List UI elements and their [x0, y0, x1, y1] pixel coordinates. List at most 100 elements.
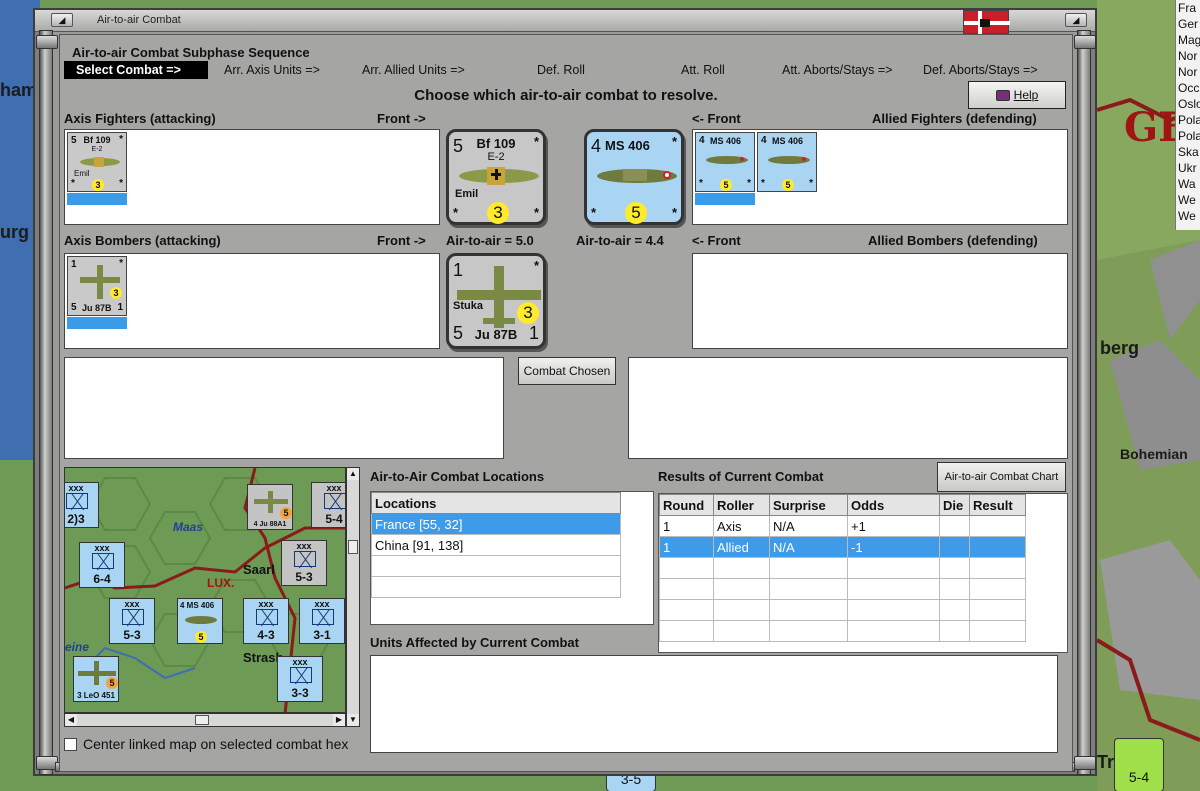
list-item[interactable]: Ger [1176, 16, 1200, 32]
location-cell: France [55, 32] [371, 513, 621, 535]
table-row [371, 555, 621, 577]
mini-map-air-counter[interactable]: 5 4 Ju 88A1 [247, 484, 293, 530]
mini-map-unit-counter[interactable]: xxx 6-4 [79, 542, 125, 588]
infantry-icon [312, 609, 334, 625]
title-bar[interactable]: ◢ Air-to-air Combat ◢ [35, 10, 1095, 35]
mini-map-unit-counter[interactable]: xxx 5-4 [311, 482, 345, 528]
list-item[interactable]: Fra [1176, 0, 1200, 16]
counter-size: xxx [124, 599, 140, 609]
allied-fighter-counter[interactable]: 4 MS 406 5 * * [757, 132, 817, 192]
card-range: 5 [625, 202, 647, 224]
table-row[interactable]: 1 Allied N/A -1 [659, 536, 1026, 558]
german-flag-icon [963, 10, 1010, 35]
mini-map-unit-counter[interactable]: xxx 5-3 [281, 540, 327, 586]
mini-map-unit-counter[interactable]: xxx 2)3 [65, 482, 99, 528]
allied-fighter-counter[interactable]: 4 MS 406 5 * * [695, 132, 755, 192]
list-item[interactable]: Oslo [1176, 96, 1200, 112]
axis-fighter-counter[interactable]: 5 * Bf 109 E-2 Emil 3 * * [67, 132, 127, 192]
window-resize-button[interactable]: ◢ [1065, 13, 1087, 27]
counter-size: xxx [292, 657, 308, 667]
counter-range: 5 [720, 179, 732, 191]
table-row[interactable]: China [91, 138] [371, 534, 621, 556]
results-header-roller: Roller [713, 494, 770, 516]
list-item[interactable]: Mag [1176, 32, 1200, 48]
allied-fighters-box[interactable]: 4 MS 406 5 * * 4 MS 406 5 * * [692, 129, 1068, 225]
combat-chosen-button[interactable]: Combat Chosen [518, 357, 616, 385]
list-item[interactable]: Nor [1176, 48, 1200, 64]
scroll-right-icon[interactable]: ▶ [333, 714, 345, 726]
allied-bombers-box[interactable] [692, 253, 1068, 349]
scroll-down-icon[interactable]: ▼ [347, 714, 359, 726]
infantry-icon [256, 609, 278, 625]
mini-map-horizontal-scrollbar[interactable]: ◀ ▶ [64, 713, 346, 727]
allied-fighter-front-card[interactable]: 4 * MS 406 5 * * [584, 129, 684, 225]
units-affected-box[interactable] [370, 655, 1058, 753]
table-row[interactable]: 1 Axis N/A +1 [659, 515, 1026, 537]
mini-map-unit-counter[interactable]: xxx 3-3 [277, 656, 323, 702]
list-item[interactable]: We [1176, 208, 1200, 224]
list-item[interactable]: Occ [1176, 80, 1200, 96]
counter-air-value: 4 [699, 135, 705, 146]
scroll-thumb[interactable] [348, 540, 358, 554]
center-map-checkbox[interactable] [64, 737, 77, 751]
background-country-list[interactable]: Fra Ger Mag Nor Nor Occ Oslo Pola Pola S… [1175, 0, 1200, 230]
axis-bomber-counter[interactable]: 1 * 3 5 Ju 87B 1 [67, 256, 127, 316]
card-pilot: Emil [455, 188, 479, 200]
list-item[interactable]: Nor [1176, 64, 1200, 80]
mini-map-vertical-scrollbar[interactable]: ▲ ▼ [346, 467, 360, 727]
axis-front-label: Front -> [377, 111, 426, 126]
infantry-icon [290, 667, 312, 683]
counter-air-value: 1 [71, 259, 77, 270]
bg-counter-strength: 5-4 [1128, 769, 1150, 785]
counter-range: 3 [92, 179, 104, 191]
axis-fighter-front-card[interactable]: 5 * Bf 109 E-2 Emil 3 * * [446, 129, 546, 225]
counter-strength: 6-4 [93, 572, 111, 586]
help-button[interactable]: Help [968, 81, 1066, 109]
counter-air-value: 4 [761, 135, 767, 146]
list-item[interactable]: Wa [1176, 176, 1200, 192]
result-cell [939, 515, 970, 537]
list-item[interactable]: Pola [1176, 112, 1200, 128]
result-cell: 1 [659, 515, 714, 537]
list-item[interactable]: Pola [1176, 128, 1200, 144]
bg-unit-counter[interactable]: 5-4 [1114, 738, 1164, 791]
center-map-option[interactable]: Center linked map on selected combat hex [64, 735, 348, 753]
mini-map-air-counter[interactable]: 4 MS 406 5 [177, 598, 223, 644]
mini-map-unit-counter[interactable]: xxx 5-3 [109, 598, 155, 644]
list-item[interactable]: We [1176, 192, 1200, 208]
mini-map-label-lux: LUX. [207, 576, 235, 590]
results-table[interactable]: Round Roller Surprise Odds Die Result 1 … [658, 493, 1068, 653]
card-mark: * [533, 205, 539, 220]
axis-fighters-box[interactable]: 5 * Bf 109 E-2 Emil 3 * * [64, 129, 440, 225]
units-affected-title: Units Affected by Current Combat [370, 635, 579, 650]
scroll-left-icon[interactable]: ◀ [65, 714, 77, 726]
allied-detail-box[interactable] [628, 357, 1068, 459]
mini-map-unit-counter[interactable]: xxx 4-3 [243, 598, 289, 644]
result-cell: Allied [713, 536, 770, 558]
scroll-thumb[interactable] [195, 715, 209, 725]
table-row [659, 599, 1026, 621]
mini-map-unit-counter[interactable]: xxx 3-1 [299, 598, 345, 644]
scroll-up-icon[interactable]: ▲ [347, 468, 359, 480]
instruction-prompt: Choose which air-to-air combat to resolv… [414, 87, 718, 104]
sequence-bar: Select Combat => Arr. Axis Units => Arr.… [64, 61, 1068, 79]
mini-map-label-maas: Maas [173, 520, 204, 534]
window-menu-button[interactable]: ◢ [51, 13, 73, 27]
table-row[interactable]: France [55, 32] [371, 513, 621, 535]
mini-map[interactable]: Maas Saarl LUX. Strasb eine xxx 2)3 xxx … [64, 467, 346, 713]
combat-chart-button[interactable]: Air-to-air Combat Chart [937, 462, 1066, 492]
card-mark: * [671, 205, 677, 220]
axis-detail-box[interactable] [64, 357, 504, 459]
counter-name: MS 406 [772, 136, 804, 146]
seq-step-arr-axis: Arr. Axis Units => [224, 63, 320, 77]
results-header-result: Result [969, 494, 1026, 516]
list-item[interactable]: Ska [1176, 144, 1200, 160]
counter-model: E-2 [91, 146, 103, 153]
axis-bomber-front-card[interactable]: 1 * Stuka 3 5 Ju 87B 1 [446, 253, 546, 349]
help-book-icon [995, 89, 1010, 101]
locations-list[interactable]: Locations France [55, 32] China [91, 138… [370, 491, 654, 625]
axis-bombers-box[interactable]: 1 * 3 5 Ju 87B 1 [64, 253, 440, 349]
list-item[interactable]: Ukr [1176, 160, 1200, 176]
card-range: 3 [517, 302, 539, 324]
mini-map-air-counter[interactable]: 5 3 LeO 451 [73, 656, 119, 702]
